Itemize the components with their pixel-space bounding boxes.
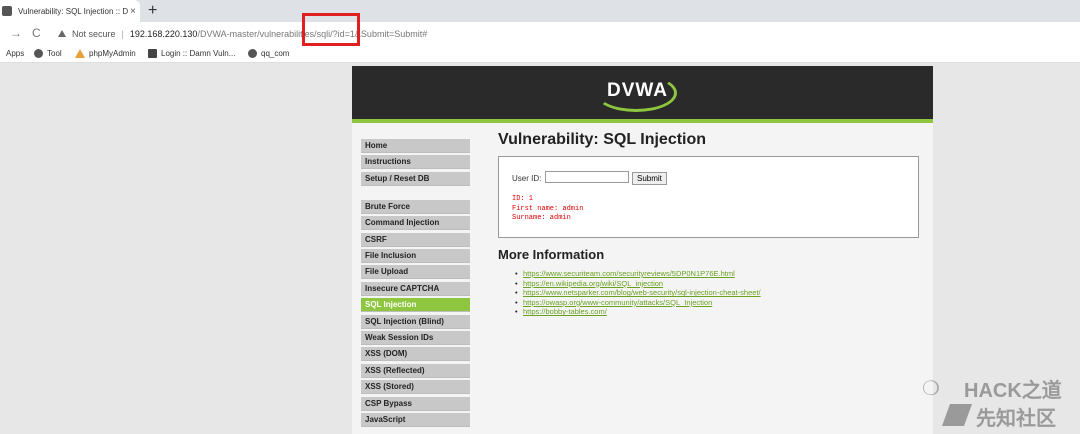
new-tab-button[interactable]: + bbox=[148, 2, 157, 20]
submit-button[interactable]: Submit bbox=[632, 172, 667, 185]
address-separator: | bbox=[121, 28, 124, 39]
security-label[interactable]: Not secure bbox=[72, 29, 116, 39]
xianzhi-logo-icon bbox=[941, 404, 973, 426]
bookmark-label: phpMyAdmin bbox=[89, 49, 136, 58]
link-securiteam[interactable]: https://www.securiteam.com/securityrevie… bbox=[515, 269, 761, 279]
menu-instructions[interactable]: Instructions bbox=[361, 155, 470, 169]
tab-title: Vulnerability: SQL Injection :: Dam bbox=[18, 6, 128, 16]
dvwa-page: DVWA Home Instructions Setup / Reset DB … bbox=[352, 66, 933, 434]
watermark-title: HACK之道 bbox=[964, 380, 1062, 402]
browser-toolbar: → C Not secure | 192.168.220.130 /DVWA-m… bbox=[0, 22, 1080, 44]
result-id: ID: 1 bbox=[512, 195, 534, 203]
bookmark-label: Apps bbox=[6, 49, 25, 58]
menu-file-inclusion[interactable]: File Inclusion bbox=[361, 249, 470, 263]
menu-brute-force[interactable]: Brute Force bbox=[361, 200, 470, 214]
bookmark-phpmyadmin[interactable]: phpMyAdmin bbox=[75, 49, 136, 58]
bookmark-tool[interactable]: Tool bbox=[34, 49, 62, 58]
wechat-icon: ❍ bbox=[922, 378, 940, 400]
watermark: ❍ HACK之道 先知社区 bbox=[894, 368, 1074, 430]
bookmark-label: Tool bbox=[47, 49, 62, 58]
globe-icon bbox=[34, 49, 43, 58]
globe-icon bbox=[248, 49, 257, 58]
tab-dvwa[interactable]: Vulnerability: SQL Injection :: Dam × bbox=[0, 0, 140, 22]
tab-bar: Vulnerability: SQL Injection :: Dam × + bbox=[0, 0, 1080, 22]
query-result: ID: 1 First name: admin Surname: admin bbox=[512, 195, 583, 224]
menu-home[interactable]: Home bbox=[361, 139, 470, 153]
dvwa-logo: DVWA bbox=[607, 80, 668, 101]
bookmark-label: qq_com bbox=[261, 49, 290, 58]
page-title: Vulnerability: SQL Injection bbox=[498, 131, 707, 148]
vulnerable-code-area: User ID: Submit ID: 1 First name: admin … bbox=[498, 156, 919, 238]
bookmarks-bar: Apps Tool phpMyAdmin Login :: Damn Vuln.… bbox=[0, 44, 1080, 63]
link-owasp[interactable]: https://owasp.org/www-community/attacks/… bbox=[515, 298, 761, 308]
tab-close-icon[interactable]: × bbox=[130, 6, 136, 17]
menu-xss-dom[interactable]: XSS (DOM) bbox=[361, 347, 470, 361]
link-netsparker[interactable]: https://www.netsparker.com/blog/web-secu… bbox=[515, 288, 761, 298]
result-first-name: First name: admin bbox=[512, 204, 584, 213]
back-forward-icon[interactable]: → bbox=[10, 26, 22, 40]
menu-javascript[interactable]: JavaScript bbox=[361, 413, 470, 427]
menu-xss-stored[interactable]: XSS (Stored) bbox=[361, 380, 470, 394]
menu-sql-injection[interactable]: SQL Injection bbox=[361, 298, 470, 312]
highlight-box bbox=[302, 13, 360, 46]
reload-icon[interactable]: C bbox=[32, 26, 41, 40]
dvwa-header: DVWA bbox=[352, 66, 933, 123]
more-information-heading: More Information bbox=[498, 247, 605, 262]
menu-setup-reset-db[interactable]: Setup / Reset DB bbox=[361, 172, 470, 186]
bookmark-dvwa-login[interactable]: Login :: Damn Vuln... bbox=[148, 49, 235, 58]
menu-csp-bypass[interactable]: CSP Bypass bbox=[361, 397, 470, 411]
bookmark-apps[interactable]: Apps bbox=[6, 49, 24, 58]
menu-weak-session-ids[interactable]: Weak Session IDs bbox=[361, 331, 470, 345]
page-icon bbox=[148, 49, 157, 58]
menu-insecure-captcha[interactable]: Insecure CAPTCHA bbox=[361, 282, 470, 296]
reference-links: https://www.securiteam.com/securityrevie… bbox=[515, 269, 761, 317]
result-surname: Surname: admin bbox=[512, 214, 571, 222]
user-id-label: User ID: bbox=[512, 174, 542, 183]
link-bobby-tables[interactable]: https://bobby-tables.com/ bbox=[515, 307, 761, 317]
menu-xss-reflected[interactable]: XSS (Reflected) bbox=[361, 364, 470, 378]
watermark-subtitle: 先知社区 bbox=[976, 408, 1056, 430]
warning-icon bbox=[58, 30, 66, 37]
address-bar[interactable]: Not secure | 192.168.220.130 /DVWA-maste… bbox=[52, 25, 1072, 42]
menu-sql-injection-blind[interactable]: SQL Injection (Blind) bbox=[361, 315, 470, 329]
bookmark-qq[interactable]: qq_com bbox=[248, 49, 289, 58]
bookmark-label: Login :: Damn Vuln... bbox=[161, 49, 236, 58]
page-favicon-icon bbox=[2, 6, 12, 16]
link-wikipedia[interactable]: https://en.wikipedia.org/wiki/SQL_inject… bbox=[515, 279, 761, 289]
user-id-input[interactable] bbox=[545, 171, 629, 183]
url-host: 192.168.220.130 bbox=[129, 28, 198, 39]
menu-command-injection[interactable]: Command Injection bbox=[361, 216, 470, 230]
menu-file-upload[interactable]: File Upload bbox=[361, 265, 470, 279]
phpmyadmin-icon bbox=[75, 49, 85, 58]
menu-csrf[interactable]: CSRF bbox=[361, 233, 470, 247]
